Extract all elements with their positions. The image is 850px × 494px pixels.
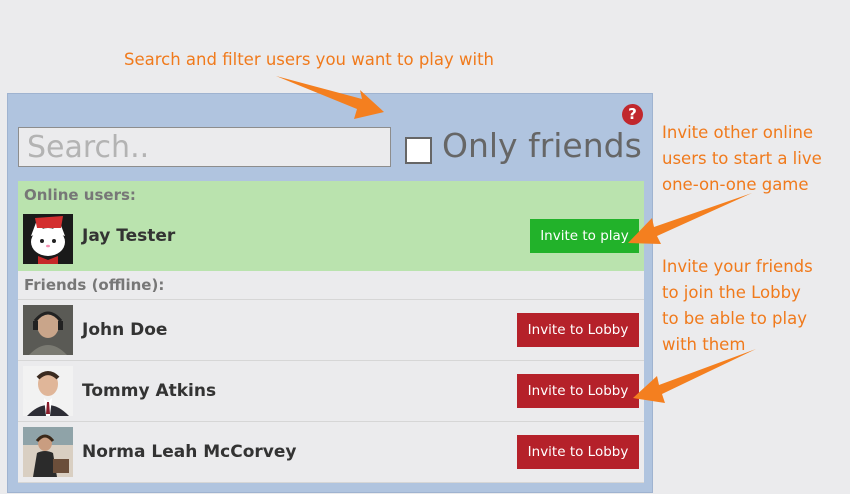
user-name: Jay Tester [82, 226, 176, 246]
avatar [23, 427, 73, 477]
help-icon[interactable]: ? [622, 104, 643, 125]
offline-section-title: Friends (offline): [18, 271, 644, 300]
user-row: John Doe Invite to Lobby [18, 300, 644, 361]
user-row: Norma Leah McCorvey Invite to Lobby [18, 422, 644, 483]
annotation-invite-online: Invite other online users to start a liv… [662, 120, 822, 198]
invite-to-lobby-button[interactable]: Invite to Lobby [517, 435, 639, 469]
user-row: Jay Tester Invite to play [18, 209, 644, 271]
annotation-invite-friends: Invite your friends to join the Lobby to… [662, 254, 813, 358]
annotation-line: Invite other online [662, 123, 814, 142]
user-name: Tommy Atkins [82, 381, 217, 401]
user-name: Norma Leah McCorvey [82, 442, 297, 462]
avatar [23, 214, 73, 264]
annotation-line: to be able to play [662, 309, 807, 328]
online-section-title: Online users: [24, 186, 136, 204]
user-row: Tommy Atkins Invite to Lobby [18, 361, 644, 422]
invite-to-lobby-button[interactable]: Invite to Lobby [517, 374, 639, 408]
annotation-line: Invite your friends [662, 257, 813, 276]
users-panel: ? Only friends Online users: [7, 93, 653, 493]
only-friends-checkbox[interactable] [405, 137, 432, 164]
user-list: Online users: Jay Tester Invite to play … [18, 181, 644, 494]
offline-section: Friends (offline): John Doe Invite to Lo… [18, 271, 644, 483]
annotation-line: one-on-one game [662, 175, 809, 194]
avatar [23, 305, 73, 355]
annotation-line: to join the Lobby [662, 283, 801, 302]
invite-to-lobby-button[interactable]: Invite to Lobby [517, 313, 639, 347]
annotation-line: users to start a live [662, 149, 822, 168]
invite-to-play-button[interactable]: Invite to play [530, 219, 639, 253]
online-section: Online users: Jay Tester Invite to play [18, 181, 644, 271]
user-name: John Doe [82, 320, 168, 340]
annotation-search: Search and filter users you want to play… [124, 50, 495, 69]
annotation-line: with them [662, 335, 746, 354]
only-friends-label[interactable]: Only friends [442, 126, 642, 166]
search-input[interactable] [18, 127, 391, 167]
avatar [23, 366, 73, 416]
